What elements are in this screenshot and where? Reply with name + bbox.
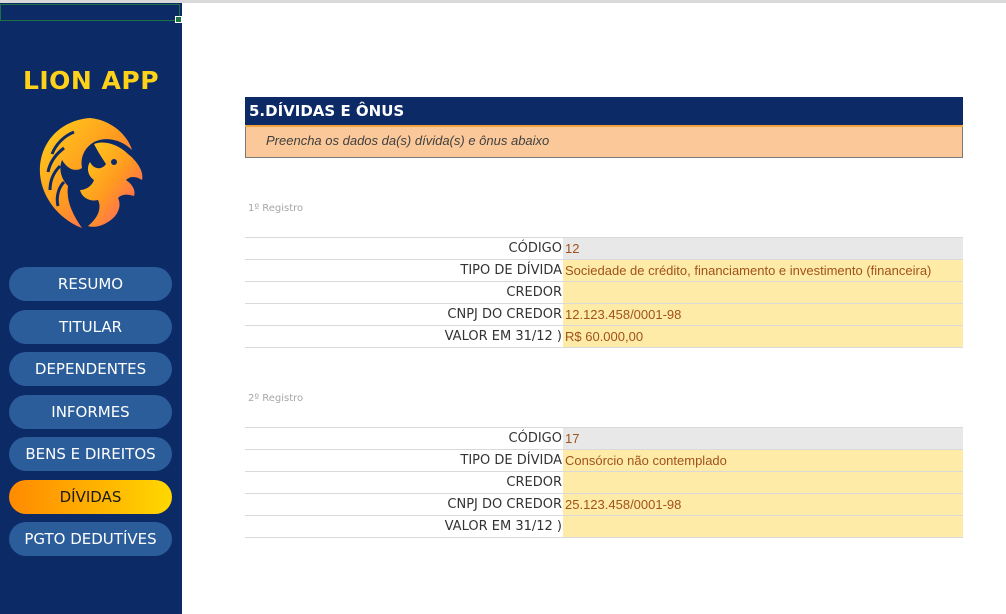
credor-cell[interactable] — [563, 472, 963, 493]
field-label: VALOR EM 31/12 ) — [444, 329, 562, 344]
nav-informes-button[interactable]: INFORMES — [9, 395, 172, 429]
record-2-table: CÓDIGO 17 TIPO DE DÍVIDA Consórcio não c… — [245, 427, 963, 538]
field-label: TIPO DE DÍVIDA — [460, 263, 562, 278]
tipo-divida-cell[interactable]: Consórcio não contemplado — [563, 450, 963, 471]
table-row: CREDOR — [245, 471, 963, 493]
codigo-cell[interactable]: 17 — [563, 428, 963, 449]
nav-dividas-button[interactable]: DÍVIDAS — [9, 480, 172, 514]
table-row: TIPO DE DÍVIDA Consórcio não contemplado — [245, 449, 963, 471]
table-row: VALOR EM 31/12 ) — [245, 515, 963, 538]
table-row: CÓDIGO 12 — [245, 237, 963, 259]
field-label: CÓDIGO — [508, 241, 562, 256]
record-2-label: 2º Registro — [248, 393, 304, 404]
nav-pgto-dedutives-button[interactable]: PGTO DEDUTÍVES — [9, 522, 172, 556]
section-subtitle: Preencha os dados da(s) dívida(s) e ônus… — [245, 127, 963, 158]
table-row: TIPO DE DÍVIDA Sociedade de crédito, fin… — [245, 259, 963, 281]
selected-cell[interactable] — [0, 4, 182, 23]
field-label: VALOR EM 31/12 ) — [444, 519, 562, 534]
credor-cell[interactable] — [563, 282, 963, 303]
nav-resumo-button[interactable]: RESUMO — [9, 267, 172, 301]
nav-bens-direitos-button[interactable]: BENS E DIREITOS — [9, 437, 172, 471]
section-title: 5.DÍVIDAS E ÔNUS — [245, 97, 963, 127]
app-title: LION APP — [22, 66, 160, 95]
field-label: CÓDIGO — [508, 431, 562, 446]
valor-cell[interactable]: R$ 60.000,00 — [563, 326, 963, 347]
nav-dependentes-button[interactable]: DEPENDENTES — [9, 352, 172, 386]
table-row: CÓDIGO 17 — [245, 427, 963, 449]
cnpj-credor-cell[interactable]: 25.123.458/0001-98 — [563, 494, 963, 515]
tipo-divida-cell[interactable]: Sociedade de crédito, financiamento e in… — [563, 260, 963, 281]
table-row: CNPJ DO CREDOR 25.123.458/0001-98 — [245, 493, 963, 515]
field-label: CNPJ DO CREDOR — [447, 497, 562, 512]
record-1-label: 1º Registro — [248, 203, 304, 214]
table-row: CREDOR — [245, 281, 963, 303]
fill-handle[interactable] — [175, 16, 182, 23]
field-label: CREDOR — [506, 475, 562, 490]
cnpj-credor-cell[interactable]: 12.123.458/0001-98 — [563, 304, 963, 325]
field-label: TIPO DE DÍVIDA — [460, 453, 562, 468]
codigo-cell[interactable]: 12 — [563, 238, 963, 259]
table-row: CNPJ DO CREDOR 12.123.458/0001-98 — [245, 303, 963, 325]
sheet-area: 5.DÍVIDAS E ÔNUS Preencha os dados da(s)… — [182, 3, 1006, 614]
lion-head-icon — [39, 118, 143, 228]
field-label: CNPJ DO CREDOR — [447, 307, 562, 322]
table-row: VALOR EM 31/12 ) R$ 60.000,00 — [245, 325, 963, 348]
record-1-table: CÓDIGO 12 TIPO DE DÍVIDA Sociedade de cr… — [245, 237, 963, 348]
nav-titular-button[interactable]: TITULAR — [9, 310, 172, 344]
field-label: CREDOR — [506, 285, 562, 300]
valor-cell[interactable] — [563, 516, 963, 537]
